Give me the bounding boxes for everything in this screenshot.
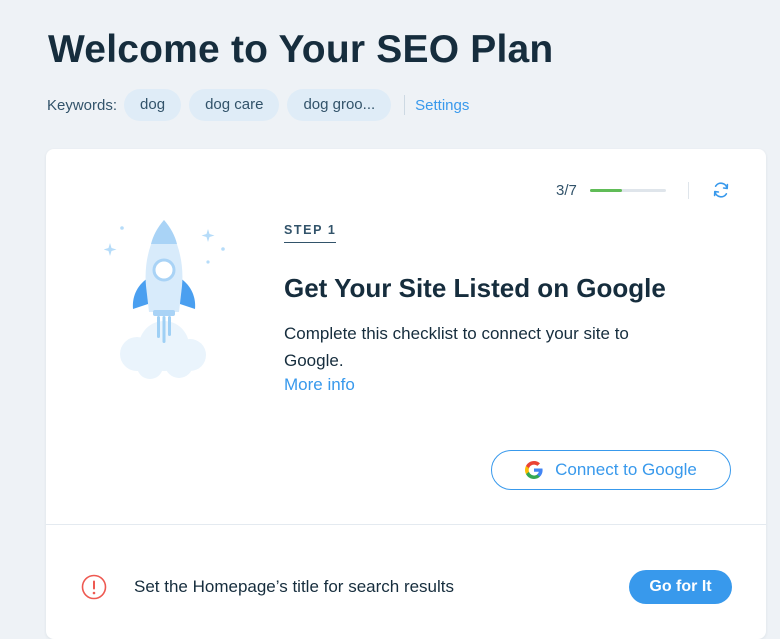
refresh-icon[interactable] — [711, 180, 731, 200]
step-label: STEP 1 — [284, 223, 337, 243]
seo-step-card: 3/7 STEP 1 Get Your Site Listed on Googl… — [46, 149, 766, 639]
progress-bar — [589, 188, 666, 192]
google-icon — [525, 461, 543, 479]
keyword-chip-dog-care[interactable]: dog care — [189, 89, 280, 121]
rocket-icon — [104, 220, 225, 379]
connect-to-google-button[interactable]: Connect to Google — [491, 450, 731, 490]
keywords-divider — [404, 95, 406, 115]
step-description: Complete this checklist to connect your … — [284, 324, 629, 370]
keywords-label: Keywords: — [47, 96, 118, 114]
progress-text: 3/7 — [556, 181, 577, 199]
task-row: Set the Homepage’s title for search resu… — [46, 569, 766, 605]
progress-divider — [687, 181, 689, 199]
alert-icon — [81, 574, 107, 600]
more-info-link[interactable]: More info — [284, 375, 355, 395]
keywords-bar: Keywords: dog dog care dog groo... Setti… — [47, 89, 469, 121]
go-for-it-button[interactable]: Go for It — [629, 570, 732, 604]
progress-indicator: 3/7 — [556, 180, 731, 200]
settings-link[interactable]: Settings — [415, 97, 469, 114]
page-title: Welcome to Your SEO Plan — [48, 28, 554, 71]
keyword-chip-dog-grooming[interactable]: dog groo... — [287, 89, 392, 121]
card-divider — [46, 524, 766, 525]
task-description: Set the Homepage’s title for search resu… — [134, 577, 455, 596]
step-title: Get Your Site Listed on Google — [284, 273, 666, 303]
progress-bar-fill — [589, 188, 623, 192]
keyword-chip-dog[interactable]: dog — [124, 89, 182, 121]
connect-to-google-label: Connect to Google — [555, 460, 697, 479]
